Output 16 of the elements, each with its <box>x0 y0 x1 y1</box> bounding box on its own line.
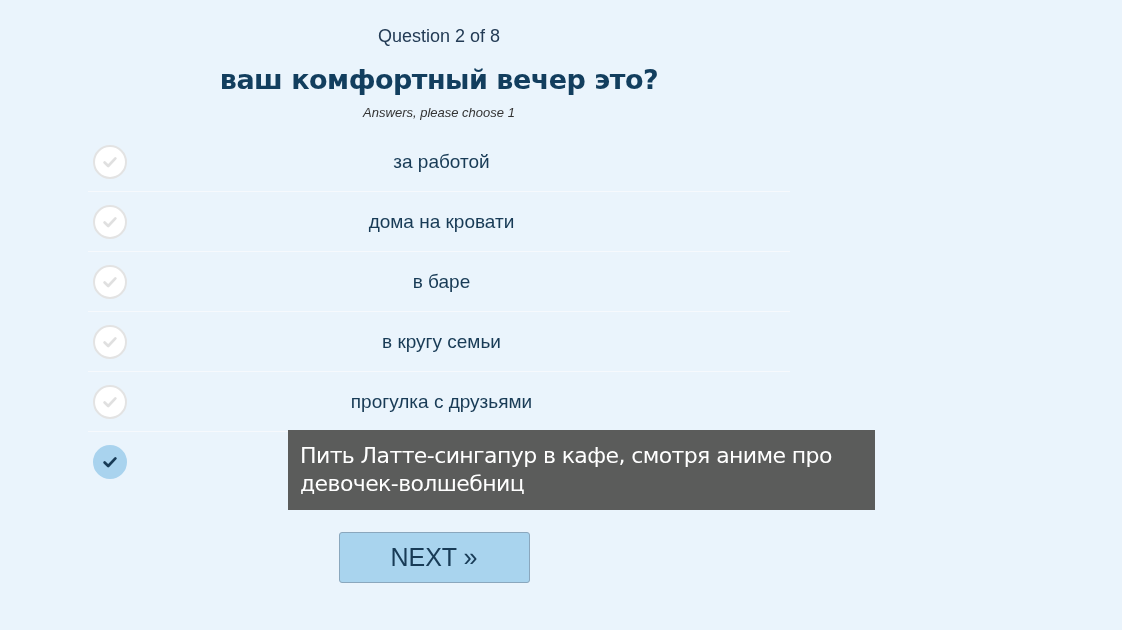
radio-check[interactable] <box>93 324 127 359</box>
answer-option[interactable]: дома на кровати <box>368 210 515 232</box>
radio-check[interactable] <box>93 384 127 419</box>
radio-check[interactable] <box>93 204 127 239</box>
tooltip: Пить Латте-сингапур в кафе, смотря аниме про девочек-волшебниц <box>288 430 875 510</box>
instruction-text: Answers, please choose 1 <box>361 105 516 120</box>
question-title: ваш комфортный вечер это? <box>218 64 660 96</box>
answer-option[interactable]: за работой <box>393 150 490 172</box>
question-counter: Question 2 of 8 <box>376 25 502 47</box>
radio-check[interactable] <box>93 144 127 179</box>
next-button[interactable]: NEXT » <box>338 532 530 583</box>
radio-check[interactable] <box>93 444 127 479</box>
answer-option[interactable]: в кругу семьи <box>382 330 501 352</box>
answer-option[interactable]: в баре <box>412 270 471 292</box>
radio-check[interactable] <box>93 264 127 299</box>
answer-option[interactable]: прогулка с друзьями <box>350 390 533 412</box>
